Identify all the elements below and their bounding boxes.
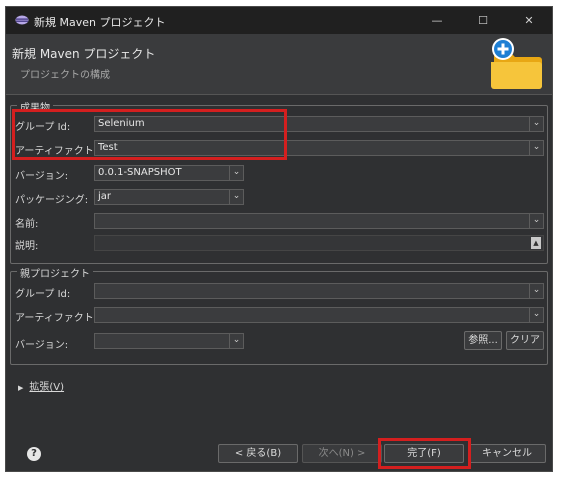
minimize-button[interactable]: —: [414, 7, 460, 34]
name-label: 名前:: [15, 219, 39, 230]
help-icon[interactable]: ?: [27, 447, 41, 461]
browse-button[interactable]: 参照...: [464, 331, 502, 350]
wizard-header: 新規 Maven プロジェクト プロジェクトの構成: [6, 34, 552, 94]
version-label: バージョン:: [15, 171, 69, 182]
chevron-down-icon[interactable]: ⌄: [529, 308, 543, 322]
chevron-down-icon[interactable]: ⌄: [529, 214, 543, 228]
clear-button[interactable]: クリア: [506, 331, 544, 350]
wizard-title: 新規 Maven プロジェクト: [12, 47, 156, 61]
name-combo[interactable]: ⌄: [94, 213, 544, 229]
group-id-value: Selenium: [98, 118, 145, 129]
close-button[interactable]: ✕: [506, 7, 552, 34]
description-label: 説明:: [15, 241, 39, 252]
back-button[interactable]: < 戻る(B): [218, 444, 298, 463]
next-button[interactable]: 次へ(N) >: [302, 444, 382, 463]
artifact-group-legend: 成果物: [17, 99, 53, 114]
description-textarea[interactable]: ▲: [94, 235, 544, 251]
packaging-value: jar: [98, 191, 112, 202]
artifact-id-combo[interactable]: Test ⌄: [94, 140, 544, 156]
header-separator: [6, 94, 552, 95]
window-title: 新規 Maven プロジェクト: [34, 16, 166, 29]
chevron-down-icon[interactable]: ⌄: [229, 166, 243, 180]
dialog-window: 新規 Maven プロジェクト — ☐ ✕ 新規 Maven プロジェクト プロ…: [5, 6, 553, 472]
group-id-combo[interactable]: Selenium ⌄: [94, 116, 544, 132]
new-folder-icon: [491, 38, 542, 89]
parent-artifact-id-combo[interactable]: ⌄: [94, 307, 544, 323]
scroll-icon[interactable]: ▲: [531, 237, 541, 249]
chevron-down-icon[interactable]: ⌄: [529, 284, 543, 298]
maximize-button[interactable]: ☐: [460, 7, 506, 34]
parent-group-legend: 親プロジェクト: [17, 265, 93, 280]
eclipse-icon: [15, 15, 29, 25]
version-value: 0.0.1-SNAPSHOT: [98, 167, 182, 178]
packaging-label: パッケージング:: [15, 195, 89, 206]
parent-version-combo[interactable]: ⌄: [94, 333, 244, 349]
parent-group-id-label: グループ Id:: [15, 289, 71, 300]
title-bar: 新規 Maven プロジェクト — ☐ ✕: [6, 7, 552, 34]
chevron-right-icon: ▶: [18, 384, 24, 392]
packaging-combo[interactable]: jar ⌄: [94, 189, 244, 205]
advanced-label: 拡張(V): [29, 382, 65, 393]
artifact-id-value: Test: [98, 142, 118, 153]
version-combo[interactable]: 0.0.1-SNAPSHOT ⌄: [94, 165, 244, 181]
chevron-down-icon[interactable]: ⌄: [529, 117, 543, 131]
cancel-button[interactable]: キャンセル: [468, 444, 546, 463]
group-id-label: グループ Id:: [15, 122, 71, 133]
parent-version-label: バージョン:: [15, 340, 69, 351]
finish-button[interactable]: 完了(F): [384, 444, 464, 463]
parent-group-id-combo[interactable]: ⌄: [94, 283, 544, 299]
chevron-down-icon[interactable]: ⌄: [229, 190, 243, 204]
chevron-down-icon[interactable]: ⌄: [229, 334, 243, 348]
wizard-subtitle: プロジェクトの構成: [20, 70, 110, 81]
advanced-expander[interactable]: ▶ 拡張(V): [18, 378, 64, 393]
chevron-down-icon[interactable]: ⌄: [529, 141, 543, 155]
